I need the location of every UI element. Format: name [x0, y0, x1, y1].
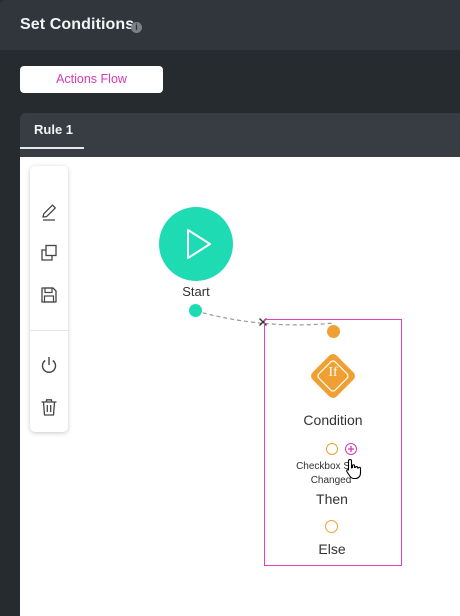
toolbar-divider [30, 330, 68, 331]
copy-icon[interactable] [38, 242, 60, 264]
pencil-icon[interactable] [38, 201, 60, 223]
play-icon [187, 229, 211, 259]
start-label: Start [182, 284, 210, 299]
tab-rule-1[interactable]: Rule 1 [20, 113, 84, 149]
event-label-line1: Checkbox S [296, 461, 350, 472]
trash-icon[interactable] [38, 396, 60, 418]
start-output-port[interactable] [189, 304, 202, 317]
actions-flow-button[interactable]: Actions Flow [20, 66, 163, 93]
info-icon[interactable]: i [131, 22, 142, 33]
save-icon[interactable] [38, 284, 60, 306]
plus-icon [348, 446, 354, 452]
node-toolbar [30, 166, 68, 432]
condition-input-port[interactable] [327, 325, 340, 338]
hand-cursor-icon [346, 458, 362, 480]
else-label: Else [318, 541, 346, 557]
add-branch-button[interactable] [345, 443, 357, 455]
else-output-port[interactable] [325, 520, 338, 533]
page-title: Set Conditions [20, 16, 135, 33]
condition-label: Condition [303, 412, 363, 428]
start-node[interactable] [159, 207, 233, 281]
power-icon[interactable] [38, 354, 60, 376]
dialog-header: Set Conditions i [0, 0, 460, 50]
then-output-port[interactable] [326, 443, 338, 455]
then-label: Then [316, 491, 348, 507]
if-icon-text: If [328, 365, 338, 380]
